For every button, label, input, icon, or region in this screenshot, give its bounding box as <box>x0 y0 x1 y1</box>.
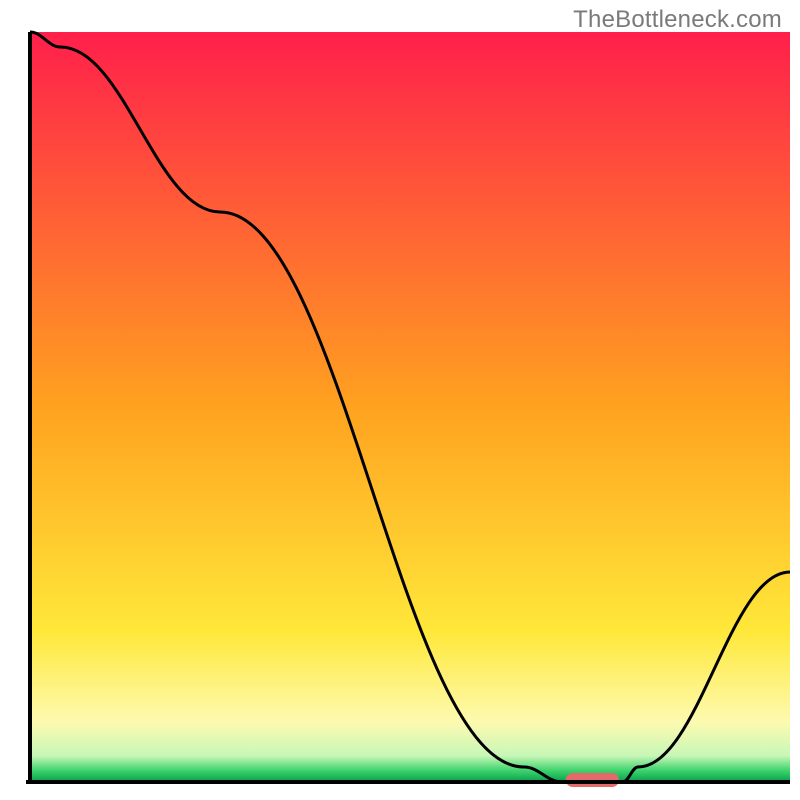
bottleneck-chart <box>0 0 800 800</box>
plot-background <box>30 32 790 782</box>
chart-container: { "watermark": "TheBottleneck.com", "cha… <box>0 0 800 800</box>
